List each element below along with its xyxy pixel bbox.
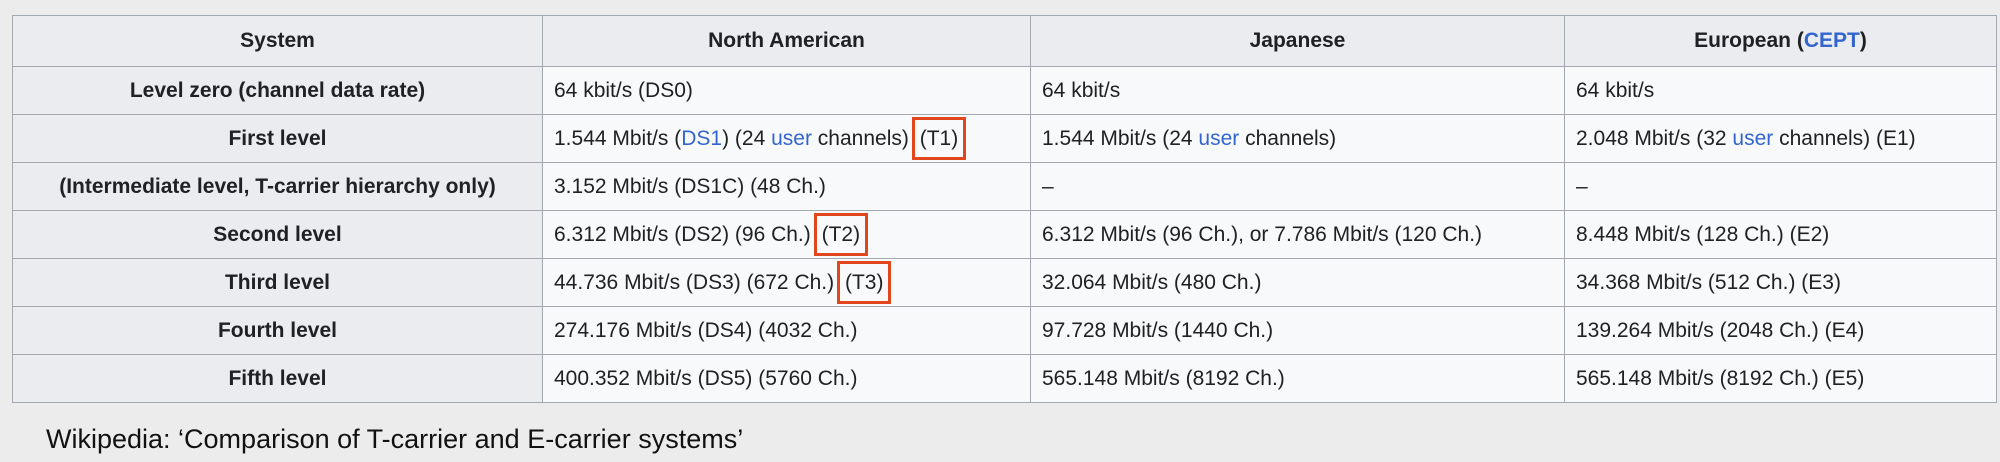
japanese-cell: 1.544 Mbit/s (24 user channels)	[1030, 114, 1565, 163]
japanese-cell: –	[1030, 162, 1565, 211]
comparison-table: System North American Japanese European …	[12, 15, 1997, 403]
table-row: Level zero (channel data rate) 64 kbit/s…	[12, 66, 1997, 115]
european-cell: 64 kbit/s	[1564, 66, 1997, 115]
table-row: (Intermediate level, T-carrier hierarchy…	[12, 162, 1997, 211]
cell-text: 44.736 Mbit/s (DS3) (672 Ch.)	[554, 270, 840, 294]
table-row: Second level 6.312 Mbit/s (DS2) (96 Ch.)…	[12, 210, 1997, 259]
source-caption: Wikipedia: ‘Comparison of T-carrier and …	[46, 424, 744, 454]
cept-link[interactable]: CEPT	[1804, 29, 1860, 52]
table-row: Third level 44.736 Mbit/s (DS3) (672 Ch.…	[12, 258, 1997, 307]
european-cell: –	[1564, 162, 1997, 211]
table-header: System North American Japanese European …	[12, 15, 1997, 67]
table-row: First level 1.544 Mbit/s (DS1) (24 user …	[12, 114, 1997, 163]
north-american-cell: 274.176 Mbit/s (DS4) (4032 Ch.)	[542, 306, 1031, 355]
european-cell: 8.448 Mbit/s (128 Ch.) (E2)	[1564, 210, 1997, 259]
japanese-cell: 97.728 Mbit/s (1440 Ch.)	[1030, 306, 1565, 355]
level-name: Second level	[12, 210, 543, 259]
level-name: Third level	[12, 258, 543, 307]
japanese-cell: 6.312 Mbit/s (96 Ch.), or 7.786 Mbit/s (…	[1030, 210, 1565, 259]
t2-highlight-box: (T2)	[813, 212, 869, 256]
table-row: Fourth level 274.176 Mbit/s (DS4) (4032 …	[12, 306, 1997, 355]
header-european-prefix: European (	[1694, 29, 1804, 52]
japanese-cell: 32.064 Mbit/s (480 Ch.)	[1030, 258, 1565, 307]
level-name: First level	[12, 114, 543, 163]
cell-text: channels)	[1239, 126, 1337, 150]
north-american-cell: 3.152 Mbit/s (DS1C) (48 Ch.)	[542, 162, 1031, 211]
header-european[interactable]: European (CEPT)	[1564, 15, 1997, 67]
cell-text: channels) (E1)	[1773, 126, 1916, 150]
header-japanese[interactable]: Japanese	[1030, 15, 1565, 67]
european-cell: 2.048 Mbit/s (32 user channels) (E1)	[1564, 114, 1997, 163]
table-row: Fifth level 400.352 Mbit/s (DS5) (5760 C…	[12, 354, 1997, 403]
european-cell: 34.368 Mbit/s (512 Ch.) (E3)	[1564, 258, 1997, 307]
table-body: Level zero (channel data rate) 64 kbit/s…	[12, 66, 1997, 403]
header-row: System North American Japanese European …	[12, 15, 1997, 67]
cell-text: 1.544 Mbit/s (24	[1042, 126, 1199, 150]
ds1-link[interactable]: DS1	[681, 127, 722, 150]
header-system[interactable]: System	[12, 15, 543, 67]
cell-text: 2.048 Mbit/s (32	[1576, 126, 1733, 150]
cell-text: ) (24	[722, 126, 772, 150]
north-american-cell: 400.352 Mbit/s (DS5) (5760 Ch.)	[542, 354, 1031, 403]
screenshot: System North American Japanese European …	[0, 0, 2000, 462]
north-american-cell: 44.736 Mbit/s (DS3) (672 Ch.) (T3)	[542, 258, 1031, 307]
level-name: (Intermediate level, T-carrier hierarchy…	[12, 162, 543, 211]
cell-text: 1.544 Mbit/s (	[554, 126, 682, 150]
japanese-cell: 565.148 Mbit/s (8192 Ch.)	[1030, 354, 1565, 403]
level-name: Level zero (channel data rate)	[12, 66, 543, 115]
level-name: Fourth level	[12, 306, 543, 355]
header-north-american[interactable]: North American	[542, 15, 1031, 67]
north-american-cell: 64 kbit/s (DS0)	[542, 66, 1031, 115]
cell-text: 6.312 Mbit/s (DS2) (96 Ch.)	[554, 222, 817, 246]
level-name: Fifth level	[12, 354, 543, 403]
north-american-cell: 6.312 Mbit/s (DS2) (96 Ch.) (T2)	[542, 210, 1031, 259]
user-link[interactable]: user	[1198, 127, 1239, 150]
cell-text: channels)	[811, 126, 915, 150]
t1-highlight-box: (T1)	[911, 116, 967, 160]
north-american-cell: 1.544 Mbit/s (DS1) (24 user channels) (T…	[542, 114, 1031, 163]
european-cell: 139.264 Mbit/s (2048 Ch.) (E4)	[1564, 306, 1997, 355]
user-link[interactable]: user	[771, 127, 812, 150]
european-cell: 565.148 Mbit/s (8192 Ch.) (E5)	[1564, 354, 1997, 403]
japanese-cell: 64 kbit/s	[1030, 66, 1565, 115]
t3-highlight-box: (T3)	[836, 260, 892, 304]
user-link[interactable]: user	[1732, 127, 1773, 150]
header-european-suffix: )	[1859, 29, 1867, 52]
